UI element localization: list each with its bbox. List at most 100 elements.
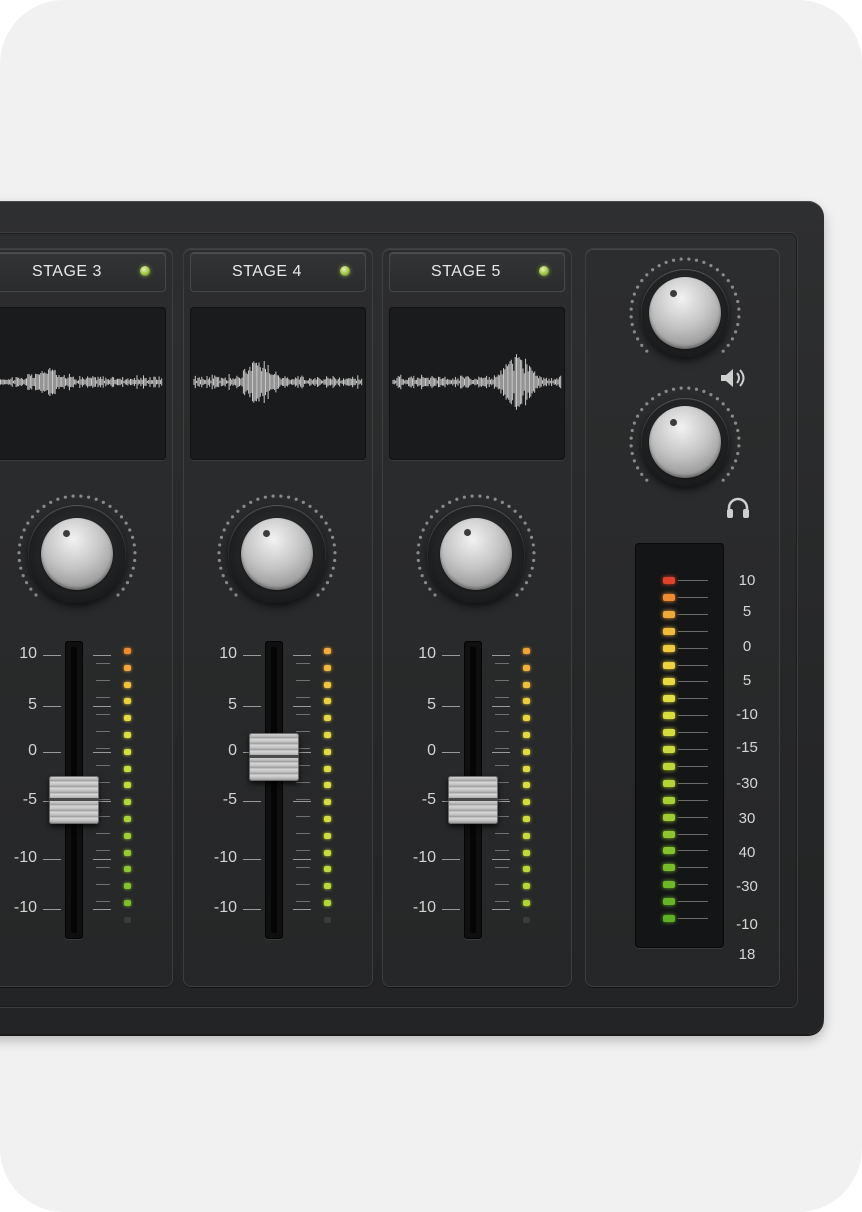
channel-header[interactable]: STAGE 3 <box>0 252 166 292</box>
level-meter-segment <box>523 832 530 839</box>
master-meter-segment <box>663 779 675 787</box>
master-meter-segment <box>663 644 675 652</box>
fader-minor-tick <box>495 867 509 868</box>
level-meter-segment <box>124 698 131 705</box>
channel-status-led <box>140 266 150 276</box>
level-meter-segment <box>523 849 530 856</box>
fader-minor-tick <box>495 765 509 766</box>
fader-minor-tick <box>495 731 509 732</box>
volume-fader-handle-stage5[interactable] <box>448 776 498 824</box>
fader-scale-tick <box>442 752 460 753</box>
fader-scale-tick <box>43 655 61 656</box>
level-meter-segment <box>324 648 331 654</box>
master-meter-segment <box>663 729 675 737</box>
master-meter-tick <box>678 782 708 784</box>
fader-scale-tick <box>293 706 311 707</box>
waveform-graphic <box>0 368 163 396</box>
fader-minor-tick <box>495 901 509 902</box>
knob-pointer <box>670 418 677 426</box>
fader-minor-tick <box>495 697 509 698</box>
master-meter-scale-label: -10 <box>736 706 758 723</box>
waveform-graphic <box>392 354 562 410</box>
fader-minor-tick <box>495 748 509 749</box>
fader-minor-tick <box>495 884 509 885</box>
master-meter-scale-label: -30 <box>736 775 758 792</box>
fader-scale-label: -10 <box>213 849 237 866</box>
level-meter-segment <box>324 816 331 822</box>
fader-scale-label: -10 <box>213 899 237 916</box>
level-meter-segment <box>324 849 331 856</box>
fader-minor-tick <box>96 663 110 664</box>
fader-minor-tick <box>296 782 310 783</box>
fader-scale-tick <box>492 859 510 860</box>
fader-scale-label: -10 <box>412 899 436 916</box>
master-meter-tick <box>678 749 708 750</box>
channel-header[interactable]: STAGE 4 <box>190 252 366 292</box>
master-meter-tick <box>678 580 708 581</box>
fader-scale-label: 5 <box>28 696 37 713</box>
knob-pointer <box>262 530 270 538</box>
level-meter-segment <box>324 748 331 755</box>
volume-fader-track-stage4[interactable] <box>265 641 283 939</box>
fader-scale-label: -5 <box>421 791 436 808</box>
level-meter-segment <box>124 883 131 890</box>
volume-fader-handle-stage3[interactable] <box>49 776 99 824</box>
fader-minor-tick <box>96 833 110 834</box>
master-meter-tick <box>678 732 708 734</box>
fader-scale-tick <box>492 655 510 656</box>
knob-pointer <box>670 289 677 297</box>
fader-minor-tick <box>96 680 110 681</box>
knob-cap <box>649 406 721 478</box>
fader-minor-tick <box>296 731 310 732</box>
knob-cap <box>649 277 721 349</box>
fader-minor-tick <box>296 901 310 902</box>
master-meter-scale-label: -30 <box>736 878 758 895</box>
fader-minor-tick <box>296 867 310 868</box>
master-meter-scale-label: 5 <box>742 603 752 620</box>
gain-knob-stage4[interactable] <box>213 490 341 618</box>
master-volume-knob[interactable] <box>625 253 745 373</box>
waveform-trace <box>0 368 163 396</box>
level-meter-segment <box>523 748 530 755</box>
fader-minor-tick <box>296 884 310 885</box>
master-meter-segment <box>663 678 675 686</box>
gain-knob-stage5[interactable] <box>412 490 540 618</box>
master-meter-tick <box>678 715 708 717</box>
fader-slot <box>271 647 277 933</box>
fader-scale-tick <box>243 859 261 860</box>
master-meter-tick <box>678 698 708 700</box>
level-meter-segment <box>324 832 331 839</box>
fader-scale-tick <box>492 909 510 910</box>
channel-header[interactable]: STAGE 5 <box>389 252 565 292</box>
master-meter-segment <box>663 746 675 753</box>
level-meter-segment <box>523 866 530 873</box>
fader-scale-tick <box>293 909 311 910</box>
fader-minor-tick <box>296 850 310 851</box>
master-meter-segment <box>663 627 675 635</box>
knob-cap <box>41 518 113 590</box>
volume-fader-handle-stage4[interactable] <box>249 733 299 781</box>
fader-scale-tick <box>492 752 510 753</box>
fader-minor-tick <box>296 816 310 817</box>
fader-scale-tick <box>43 752 61 753</box>
fader-minor-tick <box>296 799 310 800</box>
level-meter-segment <box>324 681 331 688</box>
fader-scale-tick <box>43 706 61 707</box>
headphone-volume-knob[interactable] <box>625 382 745 502</box>
gain-knob-stage3[interactable] <box>13 490 141 618</box>
master-meter-segment <box>663 661 675 669</box>
master-meter-segment <box>663 830 675 838</box>
level-meter-segment <box>523 681 530 688</box>
fader-scale-label: -10 <box>412 849 436 866</box>
fader-scale-label: -5 <box>222 791 237 808</box>
master-meter-scale-label: 0 <box>742 638 752 655</box>
fader-scale-tick <box>43 859 61 860</box>
waveform-trace <box>193 361 363 403</box>
fader-minor-tick <box>296 833 310 834</box>
level-meter-segment <box>523 900 530 906</box>
master-meter-tick <box>678 664 708 666</box>
master-meter-scale-label: -10 <box>736 916 758 933</box>
fader-scale-tick <box>243 655 261 656</box>
master-meter-tick <box>678 867 708 869</box>
fader-minor-tick <box>96 748 110 749</box>
